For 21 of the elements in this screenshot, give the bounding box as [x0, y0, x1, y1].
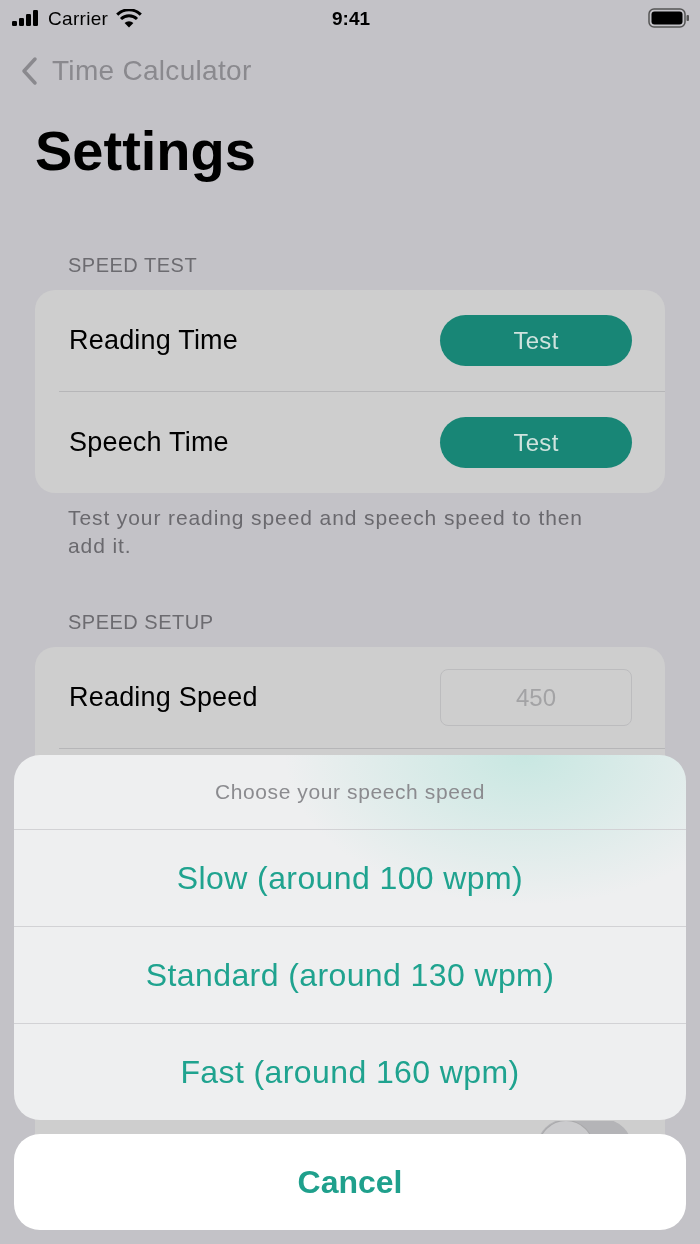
sheet-title: Choose your speech speed: [213, 779, 487, 806]
wifi-icon: [116, 8, 143, 28]
carrier-label: Carrier: [48, 8, 109, 28]
row-label: Reading Time: [69, 324, 238, 357]
speed-option[interactable]: Standard (around 130 wpm): [14, 926, 686, 1023]
battery-icon: [648, 8, 690, 28]
section-header: SPEED SETUP: [68, 610, 214, 635]
status-time: 9:41: [332, 8, 370, 28]
page-title: Settings: [35, 118, 256, 184]
row-label: Reading Speed: [69, 681, 258, 714]
cancel-button[interactable]: Cancel: [14, 1134, 686, 1230]
test-button[interactable]: Test: [440, 315, 632, 367]
chevron-left-icon: [20, 56, 38, 86]
back-button[interactable]: Time Calculator: [20, 52, 252, 90]
section-header: SPEED TEST: [68, 253, 198, 278]
test-button[interactable]: Test: [440, 417, 632, 469]
signal-icon: [12, 10, 40, 26]
section-footer: Test your reading speed and speech speed to then add it.: [68, 504, 598, 561]
speed-option[interactable]: Slow (around 100 wpm): [14, 829, 686, 926]
row-label: Speech Time: [69, 426, 229, 459]
speed-option[interactable]: Fast (around 160 wpm): [14, 1023, 686, 1120]
